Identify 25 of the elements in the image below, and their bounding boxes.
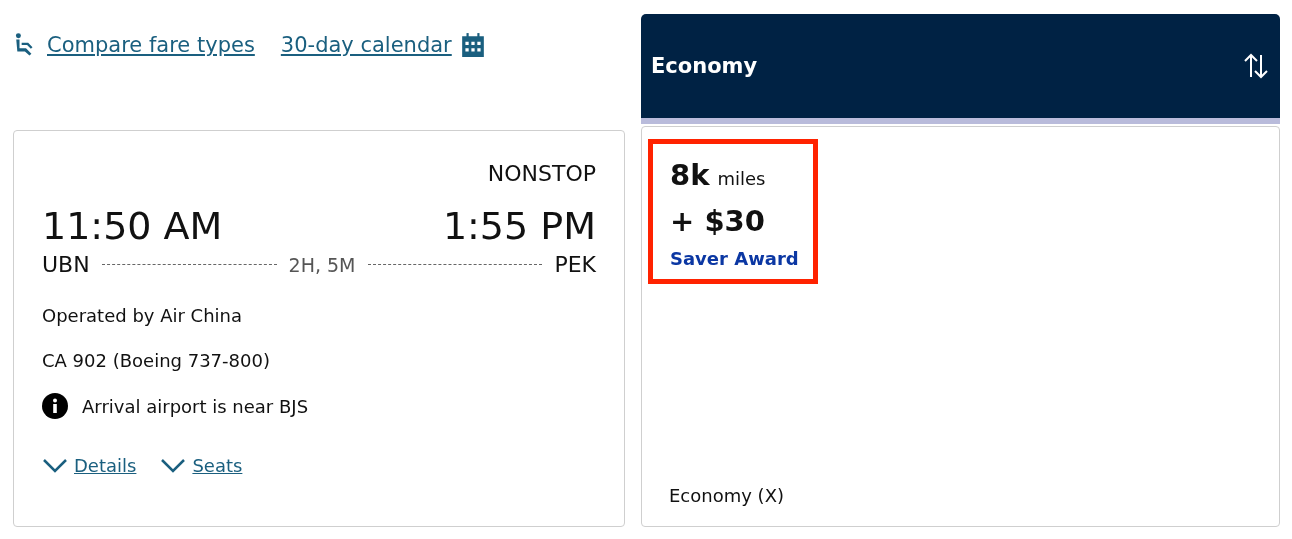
award-type: Saver Award bbox=[670, 248, 797, 269]
calendar-link[interactable]: 30-day calendar bbox=[280, 32, 486, 58]
miles-amount: 8k bbox=[670, 158, 710, 192]
expand-toggle[interactable]: Seats bbox=[160, 455, 243, 476]
chevron-icon bbox=[42, 457, 68, 474]
chevron-icon bbox=[160, 457, 187, 474]
info-icon bbox=[42, 393, 68, 419]
arrival-time: 1:55 PM bbox=[442, 204, 596, 248]
duration: 2H, 5M bbox=[288, 253, 356, 276]
notice-text: Arrival airport is near BJS bbox=[82, 395, 309, 417]
flight-number: CA 902 (Boeing 737-800) bbox=[42, 350, 270, 371]
sort-icon[interactable] bbox=[1242, 52, 1270, 80]
cabin-title: Economy bbox=[651, 54, 758, 78]
stops-label: NONSTOP bbox=[487, 161, 596, 186]
miles-unit: miles bbox=[717, 168, 766, 189]
calendar-icon bbox=[459, 32, 486, 58]
fare-class: Economy (X) bbox=[668, 485, 785, 506]
destination-code: PEK bbox=[554, 252, 596, 277]
operator-text: Operated by Air China bbox=[42, 305, 243, 326]
expand-toggle[interactable]: Details bbox=[42, 455, 137, 476]
compare-link[interactable]: Compare fare types bbox=[13, 32, 255, 58]
cash-amount: + $30 bbox=[670, 204, 766, 238]
fare-card[interactable]: 8k miles + $30 Saver Award Economy (X) bbox=[641, 126, 1280, 527]
departure-time: 11:50 AM bbox=[42, 204, 223, 248]
origin-code: UBN bbox=[42, 252, 90, 277]
